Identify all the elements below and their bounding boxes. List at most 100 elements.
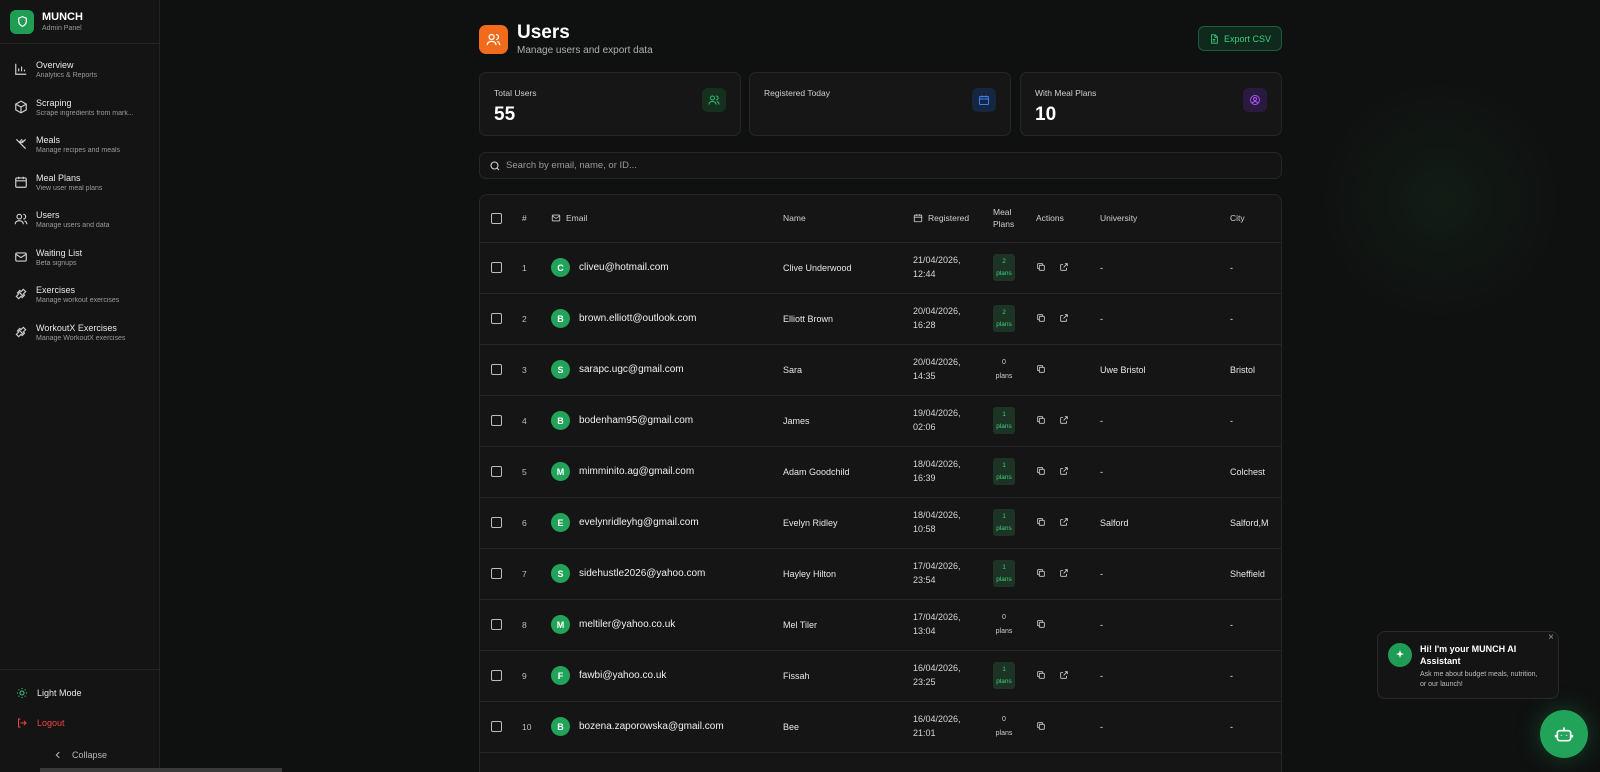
search-input[interactable] [506, 153, 1266, 178]
table-row[interactable]: 2 Bbrown.elliott@outlook.com Elliott Brown… [480, 293, 1281, 345]
avatar: F [551, 666, 570, 685]
row-actions [1036, 721, 1059, 731]
sidebar-item-waiting-list[interactable]: Waiting List Beta signups [0, 240, 159, 278]
table-row[interactable]: 4 Bbodenham95@gmail.com James 19/04/2026, 02… [480, 395, 1281, 447]
row-number: 2 [522, 313, 527, 324]
copy-icon[interactable] [1036, 262, 1046, 272]
table-row[interactable]: 1 Ccliveu@hotmail.com Clive Underwood 21/04… [480, 242, 1281, 294]
sidebar: MUNCH Admin Panel Overview Analytics & Re… [0, 0, 160, 772]
logout-button[interactable]: Logout [0, 708, 160, 738]
stats-row: Total Users 55 Registered Today With Mea… [479, 72, 1282, 136]
registered-date: 17/04/2026, 23:54 [913, 560, 961, 585]
table-row[interactable]: 9 Ffawbi@yahoo.co.uk Fissah 16/04/2026, 23:2… [480, 650, 1281, 702]
column-header-email-label: Email [566, 213, 588, 224]
external-link-icon[interactable] [1059, 415, 1069, 425]
column-header-email[interactable]: Email [551, 195, 783, 243]
horizontal-scrollbar[interactable] [40, 768, 282, 772]
export-csv-button[interactable]: Export CSV [1197, 26, 1282, 51]
registered-date: 16/04/2026, 21:01 [913, 713, 961, 738]
logout-icon [18, 718, 27, 728]
row-actions [1036, 619, 1059, 629]
column-header-registered[interactable]: Registered [913, 195, 993, 243]
brand[interactable]: MUNCH Admin Panel [0, 0, 159, 44]
row-checkbox[interactable] [491, 619, 502, 631]
close-icon[interactable]: × [1548, 632, 1554, 643]
row-checkbox[interactable] [491, 670, 502, 682]
table-row[interactable]: 8 Mmeltiler@yahoo.co.uk Mel Tiler 17/04/202… [480, 599, 1281, 651]
user-email: sarapc.ugc@gmail.com [579, 364, 684, 375]
table-row[interactable]: 10 Bbozena.zaporowska@gmail.com Bee 16/04/2… [480, 701, 1281, 753]
external-link-icon[interactable] [1059, 517, 1069, 527]
user-name: Clive Underwood [783, 242, 913, 294]
copy-icon[interactable] [1036, 619, 1046, 629]
column-header-name[interactable]: Name [783, 195, 913, 243]
stat-value: 55 [494, 104, 516, 125]
column-header-meal-plans-line1: Meal [993, 206, 1012, 217]
row-checkbox[interactable] [491, 262, 502, 274]
sidebar-item-desc: Manage WorkoutX exercises [36, 334, 126, 342]
row-checkbox[interactable] [491, 364, 502, 376]
user-email: brown.elliott@outlook.com [579, 313, 697, 324]
user-email: fawbi@yahoo.co.uk [579, 670, 667, 681]
row-number: 5 [522, 466, 527, 477]
row-checkbox[interactable] [491, 517, 502, 529]
table-row[interactable]: 6 Eevelynridleyhg@gmail.com Evelyn Ridley 1… [480, 497, 1281, 549]
sidebar-item-label: Scraping [36, 97, 72, 108]
table-row[interactable]: 5 Mmimminito.ag@gmail.com Adam Goodchild 18… [480, 446, 1281, 498]
column-header-registered-label: Registered [928, 213, 970, 224]
row-number: 9 [522, 670, 527, 681]
meal-plans-badge: 1 plans [993, 509, 1015, 536]
user-name: Evelyn Ridley [783, 497, 913, 549]
registered-date: 17/04/2026, 13:04 [913, 611, 961, 636]
stat-card-with-meal-plans: With Meal Plans 10 [1020, 72, 1282, 136]
external-link-icon[interactable] [1059, 670, 1069, 680]
stat-label: Registered Today [764, 88, 830, 98]
collapse-label: Collapse [71, 750, 108, 760]
sidebar-item-users[interactable]: Users Manage users and data [0, 202, 159, 240]
copy-icon[interactable] [1036, 313, 1046, 323]
chat-bot-button[interactable] [1540, 710, 1588, 758]
light-mode-toggle[interactable]: Light Mode [0, 678, 160, 708]
row-checkbox[interactable] [491, 568, 502, 580]
sidebar-item-meals[interactable]: Meals Manage recipes and meals [0, 127, 159, 165]
row-checkbox[interactable] [491, 415, 502, 427]
sidebar-item-overview[interactable]: Overview Analytics & Reports [0, 52, 159, 90]
external-link-icon[interactable] [1059, 568, 1069, 578]
user-email: mimminito.ag@gmail.com [579, 466, 695, 477]
copy-icon[interactable] [1036, 670, 1046, 680]
sidebar-item-workoutx-exercises[interactable]: WorkoutX Exercises Manage WorkoutX exerci… [0, 315, 159, 353]
row-checkbox[interactable] [491, 721, 502, 733]
collapse-button[interactable]: Collapse [0, 738, 160, 772]
sidebar-item-scraping[interactable]: Scraping Scrape ingredients from mark... [0, 90, 159, 128]
sidebar-item-label: Exercises [36, 285, 76, 295]
table-row[interactable]: 7 Ssidehustle2026@yahoo.com Hayley Hilton 1… [480, 548, 1281, 600]
sidebar-bottom: Light Mode Logout Collapse [0, 669, 160, 772]
user-name: Mel Tiler [783, 599, 913, 651]
external-link-icon[interactable] [1059, 262, 1069, 272]
copy-icon[interactable] [1036, 466, 1046, 476]
copy-icon[interactable] [1036, 364, 1046, 374]
external-link-icon[interactable] [1059, 466, 1069, 476]
user-city: - [1230, 650, 1281, 702]
copy-icon[interactable] [1036, 517, 1046, 527]
sidebar-item-meal-plans[interactable]: Meal Plans View user meal plans [0, 165, 159, 203]
external-link-icon[interactable] [1059, 313, 1069, 323]
copy-icon[interactable] [1036, 415, 1046, 425]
dumbbell-icon [15, 288, 27, 300]
row-checkbox[interactable] [491, 466, 502, 478]
row-checkbox[interactable] [491, 313, 502, 325]
copy-icon[interactable] [1036, 568, 1046, 578]
row-number: 8 [522, 619, 527, 630]
stat-card-total-users: Total Users 55 [479, 72, 741, 136]
select-all-checkbox[interactable] [491, 212, 502, 224]
user-university: - [1100, 242, 1230, 294]
page-title: Users [517, 22, 570, 43]
row-number: 4 [522, 415, 527, 426]
table-row[interactable]: 3 Ssarapc.ugc@gmail.com Sara 20/04/2026, 14:… [480, 344, 1281, 396]
column-header-num: # [512, 195, 551, 243]
column-header-university: University [1100, 195, 1230, 243]
avatar: S [551, 360, 570, 379]
copy-icon[interactable] [1036, 721, 1046, 731]
mail-icon [15, 251, 27, 262]
sidebar-item-exercises[interactable]: Exercises Manage workout exercises [0, 277, 159, 315]
